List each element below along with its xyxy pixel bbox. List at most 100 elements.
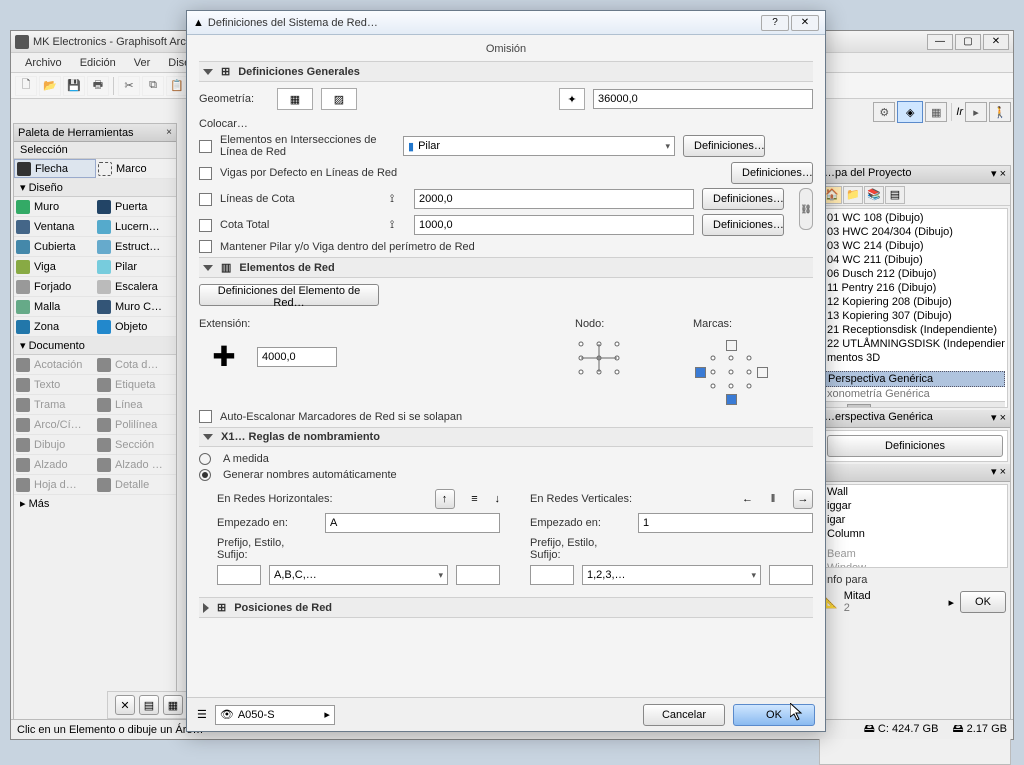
vigas-checkbox[interactable] (199, 167, 212, 180)
list-item[interactable]: 12 Kopiering 208 (Dibujo) (825, 295, 1005, 309)
def-pilar-button[interactable]: Definiciones… (683, 135, 765, 157)
def-elemento-button[interactable]: Definiciones del Elemento de Red… (199, 284, 379, 306)
palette-close-icon[interactable]: × (166, 127, 172, 138)
geom-input[interactable] (593, 89, 813, 109)
def-vigas-button[interactable]: Definiciones… (731, 162, 813, 184)
tool-hoja[interactable]: Hoja d… (14, 475, 95, 494)
mark-right-checkbox[interactable] (757, 367, 768, 378)
geom-skew-icon[interactable]: ▨ (321, 88, 357, 110)
cut-icon[interactable]: ✂ (118, 76, 140, 96)
open-icon[interactable]: 📂 (39, 76, 61, 96)
list-item[interactable]: 21 Receptionsdisk (Independiente) (825, 323, 1005, 337)
tool-arco[interactable]: Arco/Cí… (14, 415, 95, 434)
tool-texto[interactable]: Texto (14, 375, 95, 394)
elem-inter-checkbox[interactable] (199, 140, 212, 153)
lineas-cota-input[interactable] (414, 189, 694, 209)
cancel-button[interactable]: Cancelar (643, 704, 725, 726)
tool-cubierta[interactable]: Cubierta (14, 237, 95, 256)
section-diseno[interactable]: ▾ Diseño (14, 179, 176, 197)
tool-viga[interactable]: Viga (14, 257, 95, 276)
tool-malla[interactable]: Malla (14, 297, 95, 316)
tool-forjado[interactable]: Forjado (14, 277, 95, 296)
tool-muro[interactable]: Muro (14, 197, 95, 216)
ok-mini-button[interactable]: OK (960, 591, 1006, 613)
tool-escalera[interactable]: Escalera (95, 277, 176, 296)
scrollbar-h[interactable]: ◂▸ (825, 401, 1005, 408)
tool-lucernario[interactable]: Lucern… (95, 217, 176, 236)
radio-generar[interactable] (199, 469, 211, 481)
pen-tray-icon[interactable]: ▤ (139, 695, 159, 715)
panel-menu-icon[interactable]: ▾ (991, 168, 997, 180)
play-icon[interactable]: ▸ (948, 596, 954, 609)
tab-book-icon[interactable]: 📚 (864, 186, 884, 204)
nav-button[interactable]: ▦ (925, 102, 947, 122)
list-item[interactable]: 13 Kopiering 307 (Dibujo) (825, 309, 1005, 323)
copy-icon[interactable]: ⧉ (142, 76, 164, 96)
def-lineas-button[interactable]: Definiciones… (702, 188, 784, 210)
suffix-h-input[interactable] (456, 565, 500, 585)
emp-h-input[interactable] (325, 513, 500, 533)
list-item[interactable]: 22 UTLÅMNINGSDISK (Independiente) (825, 337, 1005, 351)
extension-input[interactable] (257, 347, 337, 367)
suffix-v-input[interactable] (769, 565, 813, 585)
mark-top-checkbox[interactable] (726, 340, 737, 351)
geom-ortho-icon[interactable]: ▦ (277, 88, 313, 110)
tool-trama[interactable]: Trama (14, 395, 95, 414)
tool-flecha[interactable]: Flecha (14, 159, 96, 178)
menu-archivo[interactable]: Archivo (17, 55, 70, 71)
tool-estructura[interactable]: Estruct… (95, 237, 176, 256)
definiciones-button[interactable]: Definiciones (827, 435, 1003, 457)
paste-icon[interactable]: 📋 (166, 76, 188, 96)
section-naming[interactable]: X1… Reglas de nombramiento (199, 427, 813, 447)
tool-pilar[interactable]: Pilar (95, 257, 176, 276)
view-3d-button[interactable]: ◈ (897, 101, 923, 123)
lineas-cota-checkbox[interactable] (199, 193, 212, 206)
walk-icon[interactable]: 🚶 (989, 102, 1011, 122)
mark-bottom-checkbox[interactable] (726, 394, 737, 405)
list-item[interactable]: xonometría Genérica (825, 387, 1005, 401)
minimize-button[interactable]: — (927, 34, 953, 50)
layer-dropdown[interactable]: 👁 A050-S▸ (215, 705, 335, 725)
tab-layers-icon[interactable]: ▤ (885, 186, 905, 204)
section-general[interactable]: ⊞Definiciones Generales (199, 61, 813, 82)
pilar-dropdown[interactable]: ▮Pilar (403, 136, 675, 156)
style-h-dropdown[interactable]: A,B,C,… (269, 565, 448, 585)
tool-marco[interactable]: Marco (96, 159, 176, 178)
tool-linea[interactable]: Línea (95, 395, 176, 414)
def-cota-button[interactable]: Definiciones… (702, 214, 784, 236)
pen-x-icon[interactable]: ✕ (115, 695, 135, 715)
dir-up-button[interactable]: ↑ (435, 489, 455, 509)
section-documento[interactable]: ▾ Documento (14, 337, 176, 355)
quick-list[interactable]: Wall iggar igar Column Beam Window Door … (822, 484, 1008, 568)
section-posiciones[interactable]: ⊞Posiciones de Red (199, 597, 813, 618)
layers-icon[interactable]: ☰ (197, 708, 207, 721)
tool-alzado[interactable]: Alzado (14, 455, 95, 474)
cota-total-checkbox[interactable] (199, 219, 212, 232)
tool-detalle[interactable]: Detalle (95, 475, 176, 494)
dir-right-button[interactable]: → (793, 489, 813, 509)
help-button[interactable]: ? (761, 15, 789, 31)
section-elementos[interactable]: ▥Elementos de Red (199, 257, 813, 278)
close-button[interactable]: ✕ (791, 15, 819, 31)
pen-grid-icon[interactable]: ▦ (163, 695, 183, 715)
tab-folder-icon[interactable]: 📁 (843, 186, 863, 204)
close-button[interactable]: ✕ (983, 34, 1009, 50)
new-icon[interactable]: 🗋 (15, 76, 37, 96)
tool-zona[interactable]: Zona (14, 317, 95, 336)
tool-dibujo[interactable]: Dibujo (14, 435, 95, 454)
tool-etiqueta[interactable]: Etiqueta (95, 375, 176, 394)
ok-button[interactable]: OK (733, 704, 815, 726)
project-list[interactable]: 01 WC 108 (Dibujo) 03 HWC 204/304 (Dibuj… (822, 208, 1008, 408)
panel-menu-icon[interactable]: ▾ (991, 412, 997, 424)
list-item[interactable]: 04 WC 211 (Dibujo) (825, 253, 1005, 267)
dialog-titlebar[interactable]: ▲ Definiciones del Sistema de Red… ? ✕ (187, 11, 825, 35)
list-item-selected[interactable]: Perspectiva Genérica (825, 371, 1005, 387)
mark-left-checkbox[interactable] (695, 367, 706, 378)
gear-icon[interactable]: ⚙ (873, 102, 895, 122)
nodo-grid-icon[interactable] (575, 338, 623, 378)
tool-cota-d[interactable]: Cota d… (95, 355, 176, 374)
panel-close-icon[interactable]: × (1000, 412, 1006, 424)
style-v-dropdown[interactable]: 1,2,3,… (582, 565, 761, 585)
cota-total-input[interactable] (414, 215, 694, 235)
menu-ver[interactable]: Ver (126, 55, 159, 71)
